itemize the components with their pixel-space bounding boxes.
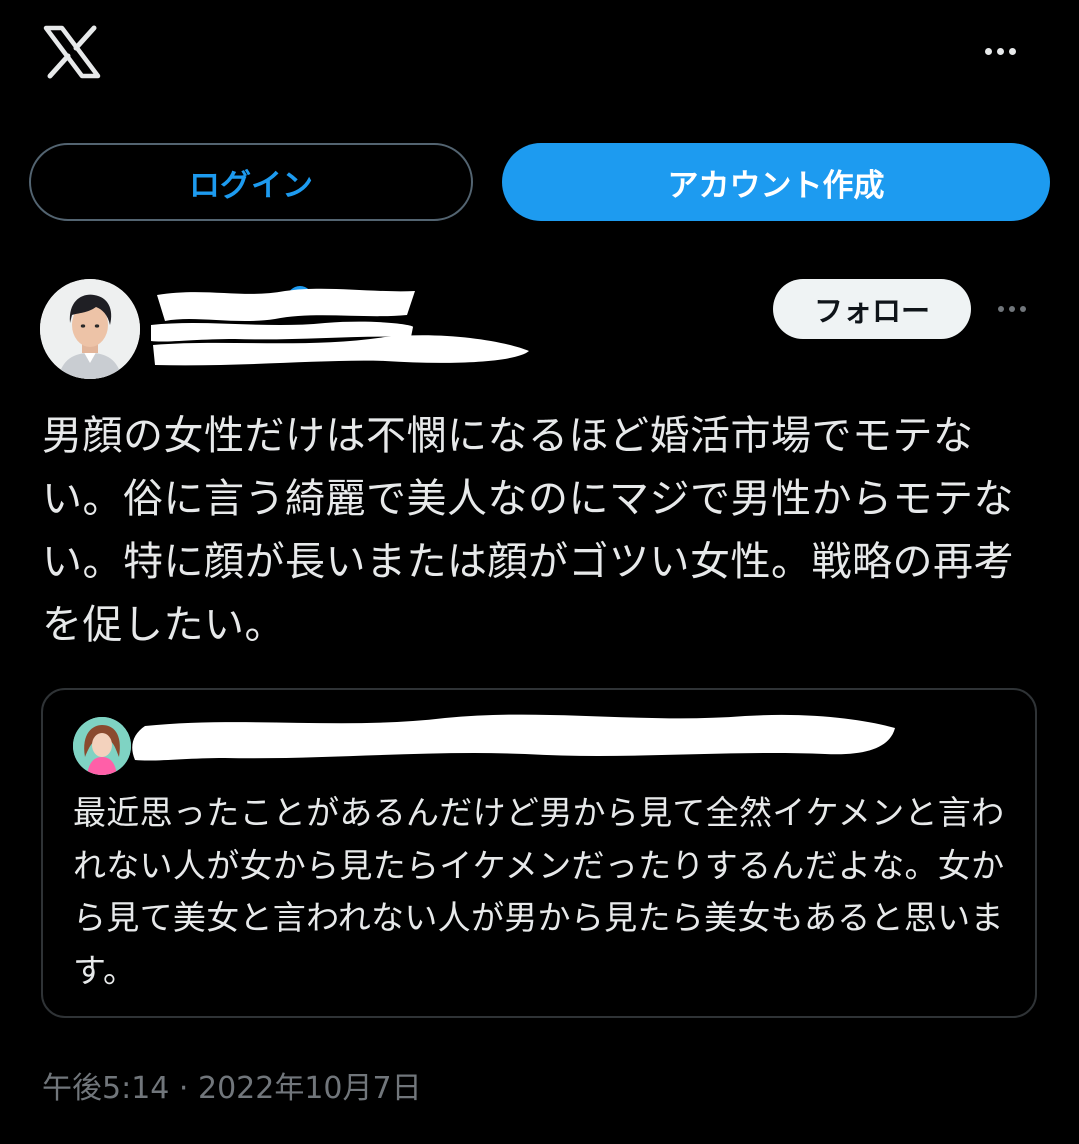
redaction-author-name (145, 285, 535, 370)
more-options-icon[interactable] (985, 38, 1029, 64)
quoted-author-avatar[interactable] (73, 717, 131, 775)
login-button[interactable]: ログイン (29, 143, 473, 221)
tweet-timestamp[interactable]: 午後5:14 · 2022年10月7日 (42, 1063, 422, 1107)
quoted-tweet-text: 最近思ったことがあるんだけど男から見て全然イケメンと言われない人が女から見たらイ… (73, 793, 1005, 990)
tweet-more-icon[interactable] (998, 302, 1034, 316)
create-account-button[interactable]: アカウント作成 (502, 143, 1050, 221)
redaction-quoted-author (125, 700, 900, 775)
tweet-text: 男顔の女性だけは不憫になるほど婚活市場でモテない。俗に言う綺麗で美人なのにマジで… (42, 413, 1014, 648)
author-avatar[interactable] (40, 279, 140, 379)
follow-button[interactable]: フォロー (773, 279, 971, 339)
x-logo-icon[interactable] (42, 22, 102, 82)
